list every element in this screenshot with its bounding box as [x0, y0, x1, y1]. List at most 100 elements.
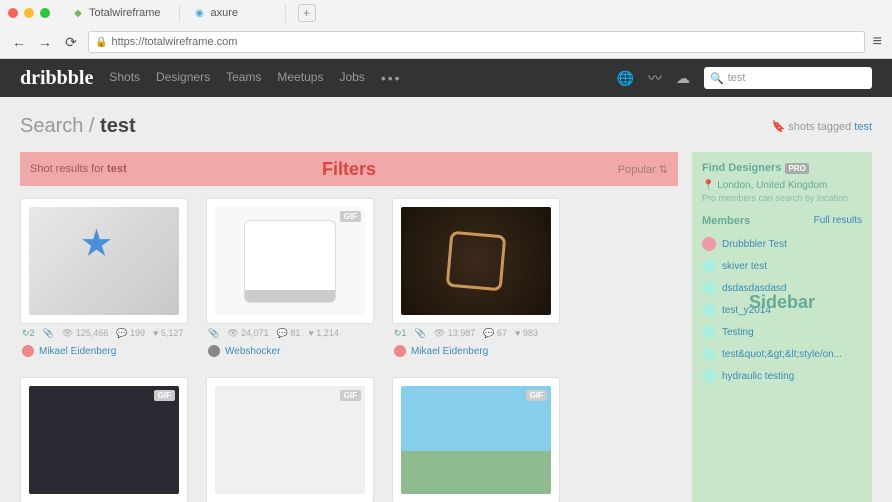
page-title: Search / test [20, 115, 136, 138]
menu-button[interactable]: ≡ [873, 33, 882, 51]
header-right: 🌐 〰 ☁ 🔍 test [617, 67, 872, 89]
minimize-window-button[interactable] [24, 8, 34, 18]
sort-dropdown[interactable]: Popular ⇅ [618, 163, 668, 176]
author-name: Mikael Eidenberg [39, 346, 116, 357]
member-item[interactable]: hydraulic testing [702, 365, 862, 387]
search-icon: 🔍 [710, 72, 724, 85]
member-item[interactable]: Testing [702, 321, 862, 343]
author-avatar [208, 345, 220, 357]
back-button[interactable]: ← [10, 33, 28, 51]
shots-grid: ↻2 📎 👁 125,466 💬 199 ♥ 5,127 Mikael Eide… [20, 198, 678, 502]
location-sub: Pro members can search by location [702, 193, 862, 203]
address-bar[interactable]: 🔒 https://totalwireframe.com [88, 31, 865, 53]
shot-card[interactable]: GIF [206, 377, 374, 502]
shot-stats: ↻1 📎 👁 13,987 💬 67 ♥ 983 [392, 324, 560, 343]
nav-shots[interactable]: Shots [109, 70, 140, 86]
shot-thumbnail[interactable]: GIF [392, 377, 560, 502]
author-name: Webshocker [225, 346, 280, 357]
browser-tab-totalwireframe[interactable]: ◆ Totalwireframe [64, 4, 180, 22]
tab-title: Totalwireframe [89, 7, 161, 19]
author-avatar [394, 345, 406, 357]
attach-icon: 📎 [43, 328, 54, 339]
find-designers-heading: Find Designers PRO [702, 162, 862, 174]
gif-badge: GIF [340, 390, 361, 401]
main-columns: Shot results for test Filters Popular ⇅ … [20, 152, 872, 502]
new-tab-button[interactable]: + [298, 4, 316, 22]
author-name: Mikael Eidenberg [411, 346, 488, 357]
filter-bar: Shot results for test Filters Popular ⇅ [20, 152, 678, 186]
views-count: 👁 13,987 [434, 328, 475, 339]
full-results-link[interactable]: Full results [814, 215, 862, 227]
search-input[interactable]: 🔍 test [704, 67, 872, 89]
url-text: https://totalwireframe.com [111, 36, 237, 48]
avatar [702, 237, 716, 251]
lock-icon: 🔒 [95, 37, 107, 48]
avatar [702, 259, 716, 273]
member-item[interactable]: test&quot;&gt;&lt;style/on... [702, 343, 862, 365]
tab-title: axure [211, 7, 239, 19]
close-window-button[interactable] [8, 8, 18, 18]
page-content: Search / test 🔖 shots tagged test Shot r… [0, 97, 892, 502]
attach-icon: 📎 [415, 328, 426, 339]
maximize-window-button[interactable] [40, 8, 50, 18]
site-content: dribbble Shots Designers Teams Meetups J… [0, 59, 892, 502]
nav-more-icon[interactable]: ••• [381, 70, 402, 86]
shot-thumbnail[interactable] [20, 198, 188, 324]
globe-icon[interactable]: 🌐 [617, 70, 634, 87]
main-nav: Shots Designers Teams Meetups Jobs ••• [109, 70, 401, 86]
shot-stats: 📎 👁 24,071 💬 81 ♥ 1,214 [206, 324, 374, 343]
tab-bar: ◆ Totalwireframe ◉ axure + [0, 0, 892, 26]
results-for-label: Shot results for test [30, 163, 127, 175]
member-item[interactable]: skiver test [702, 255, 862, 277]
likes-count: ♥ 983 [515, 328, 538, 339]
comments-count: 💬 199 [116, 328, 145, 339]
filters-overlay-label: Filters [322, 159, 376, 180]
favicon: ◆ [72, 7, 84, 19]
shot-author[interactable]: Mikael Eidenberg [20, 343, 188, 359]
members-heading: Members Full results [702, 215, 862, 227]
avatar [702, 303, 716, 317]
rebound-icon: ↻1 [394, 328, 407, 339]
nav-teams[interactable]: Teams [226, 70, 261, 86]
sidebar-overlay-label: Sidebar [749, 292, 815, 313]
favicon: ◉ [194, 7, 206, 19]
member-item[interactable]: Drubbbler Test [702, 233, 862, 255]
shot-thumbnail[interactable] [392, 198, 560, 324]
nav-designers[interactable]: Designers [156, 70, 210, 86]
shot-card[interactable]: GIF [392, 377, 560, 502]
avatar [702, 281, 716, 295]
activity-icon[interactable]: 〰 [648, 68, 662, 88]
upload-icon[interactable]: ☁ [676, 70, 690, 87]
comments-count: 💬 67 [483, 328, 507, 339]
shot-card[interactable]: GIF [20, 377, 188, 502]
logo[interactable]: dribbble [20, 67, 93, 90]
attach-icon: 📎 [208, 328, 219, 339]
comments-count: 💬 81 [277, 328, 301, 339]
reload-button[interactable]: ⟳ [62, 33, 80, 51]
sidebar: Find Designers PRO 📍 London, United King… [692, 152, 872, 502]
location-link[interactable]: 📍 London, United Kingdom [702, 180, 862, 191]
shot-author[interactable]: Mikael Eidenberg [392, 343, 560, 359]
avatar [702, 347, 716, 361]
shot-thumbnail[interactable]: GIF [20, 377, 188, 502]
shot-thumbnail[interactable]: GIF [206, 198, 374, 324]
shot-card[interactable]: ↻1 📎 👁 13,987 💬 67 ♥ 983 Mikael Eidenber… [392, 198, 560, 359]
gif-badge: GIF [526, 390, 547, 401]
browser-tab-axure[interactable]: ◉ axure [186, 4, 286, 22]
rebound-icon: ↻2 [22, 328, 35, 339]
nav-jobs[interactable]: Jobs [339, 70, 364, 86]
forward-button[interactable]: → [36, 33, 54, 51]
shot-card[interactable]: GIF 📎 👁 24,071 💬 81 ♥ 1,214 Webshocker [206, 198, 374, 359]
shot-thumbnail[interactable]: GIF [206, 377, 374, 502]
shot-card[interactable]: ↻2 📎 👁 125,466 💬 199 ♥ 5,127 Mikael Eide… [20, 198, 188, 359]
search-value: test [728, 72, 746, 84]
pro-badge: PRO [785, 163, 808, 174]
shot-author[interactable]: Webshocker [206, 343, 374, 359]
likes-count: ♥ 1,214 [308, 328, 338, 339]
tagged-link[interactable]: test [854, 121, 872, 133]
shot-stats: ↻2 📎 👁 125,466 💬 199 ♥ 5,127 [20, 324, 188, 343]
nav-meetups[interactable]: Meetups [277, 70, 323, 86]
tag-icon: 🔖 [771, 121, 785, 133]
views-count: 👁 125,466 [62, 328, 108, 339]
site-header: dribbble Shots Designers Teams Meetups J… [0, 59, 892, 97]
